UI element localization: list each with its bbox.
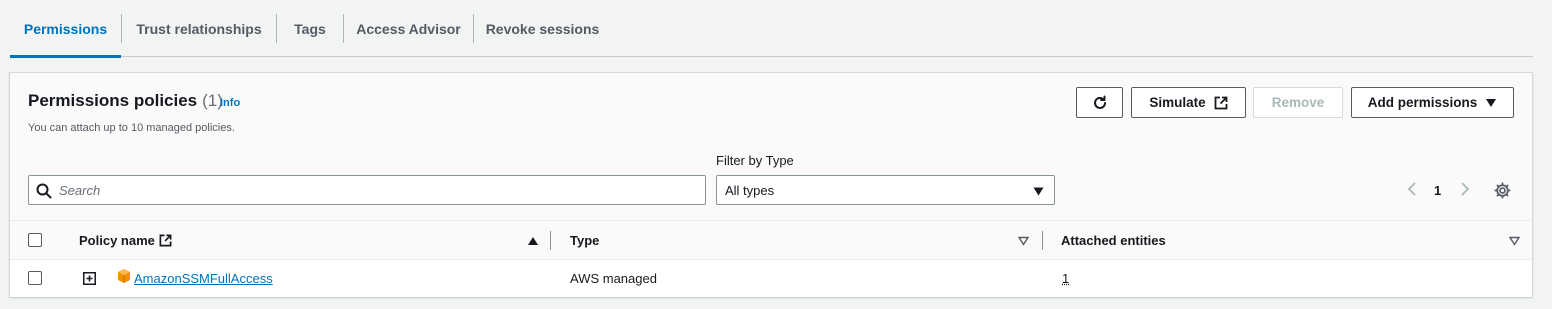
column-header-attached-entities[interactable]: Attached entities	[1061, 233, 1166, 248]
tab-access-advisor[interactable]: Access Advisor	[344, 0, 473, 57]
column-label: Policy name	[79, 233, 155, 248]
refresh-button[interactable]	[1076, 87, 1123, 118]
current-page[interactable]: 1	[1434, 183, 1441, 198]
caret-down-icon	[1033, 187, 1044, 196]
search-input[interactable]	[59, 176, 699, 204]
select-all-checkbox[interactable]	[28, 233, 42, 247]
panel-description: You can attach up to 10 managed policies…	[28, 122, 235, 134]
search-field[interactable]	[28, 175, 706, 205]
type-filter-value: All types	[725, 182, 775, 198]
sort-ascending-icon[interactable]	[527, 236, 539, 246]
panel-title-text: Permissions policies	[28, 91, 198, 110]
column-label: Type	[570, 233, 600, 248]
tab-permissions[interactable]: Permissions	[10, 0, 121, 58]
column-header-type[interactable]: Type	[570, 233, 599, 248]
permissions-policies-panel: Permissions policies (1) Info You can att…	[9, 72, 1533, 297]
tab-tags[interactable]: Tags	[277, 0, 343, 57]
policy-type: AWS managed	[570, 271, 657, 286]
table-row[interactable]: AmazonSSMFullAccess AWS managed 1	[10, 260, 1532, 297]
add-permissions-label: Add permissions	[1367, 95, 1478, 110]
chevron-left-icon[interactable]	[1406, 181, 1418, 197]
panel-title: Permissions policies (1)	[28, 91, 223, 111]
type-filter-select[interactable]: All types	[716, 175, 1055, 205]
search-icon	[36, 183, 52, 199]
sort-icon[interactable]	[1509, 236, 1520, 246]
row-checkbox[interactable]	[28, 271, 42, 285]
filter-type-label: Filter by Type	[716, 153, 794, 168]
expand-icon[interactable]	[83, 272, 96, 285]
tab-bar: Permissions Trust relationships Tags Acc…	[10, 0, 1533, 58]
column-header-policy-name[interactable]: Policy name	[79, 233, 172, 248]
column-divider[interactable]	[550, 231, 551, 250]
attached-entities-link[interactable]: 1	[1062, 271, 1069, 286]
external-link-icon	[1214, 96, 1228, 109]
add-permissions-button[interactable]: Add permissions	[1351, 87, 1514, 118]
remove-label: Remove	[1271, 95, 1325, 110]
column-divider[interactable]	[1042, 231, 1043, 250]
chevron-right-icon[interactable]	[1459, 181, 1471, 197]
tab-revoke-sessions[interactable]: Revoke sessions	[474, 0, 611, 57]
tab-trust-relationships[interactable]: Trust relationships	[122, 0, 276, 57]
sort-icon[interactable]	[1018, 236, 1029, 246]
table-header: Policy name Type Attached entities	[10, 220, 1532, 260]
refresh-icon	[1093, 95, 1106, 109]
info-link[interactable]: Info	[220, 97, 240, 109]
caret-down-icon	[1486, 98, 1497, 107]
policy-name-link[interactable]: AmazonSSMFullAccess	[134, 271, 273, 286]
gear-icon[interactable]	[1494, 182, 1511, 199]
simulate-label: Simulate	[1149, 95, 1206, 110]
column-label: Attached entities	[1061, 233, 1166, 248]
external-link-icon	[159, 234, 172, 247]
remove-button[interactable]: Remove	[1253, 87, 1343, 118]
aws-policy-icon	[118, 269, 130, 283]
simulate-button[interactable]: Simulate	[1131, 87, 1246, 118]
